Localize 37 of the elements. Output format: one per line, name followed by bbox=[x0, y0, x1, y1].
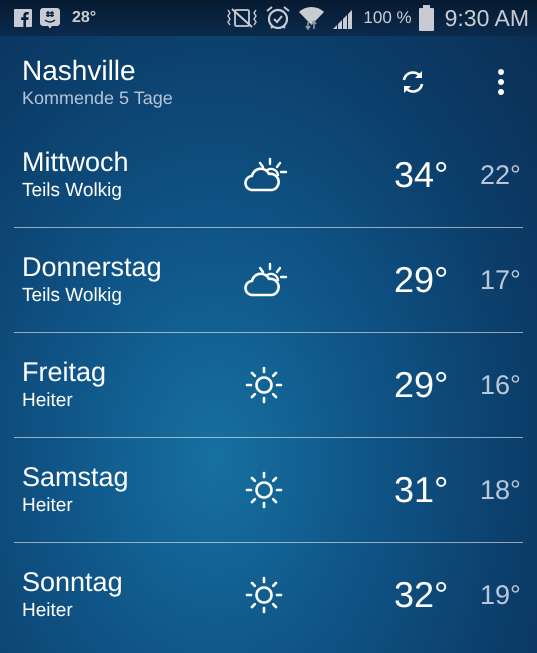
battery-percent-text: 100 % bbox=[363, 8, 412, 28]
partly-cloudy-icon bbox=[244, 261, 290, 299]
day-name: Sonntag bbox=[22, 566, 124, 598]
day-name: Donnerstag bbox=[22, 251, 163, 283]
day-name: Mittwoch bbox=[22, 146, 130, 178]
forecast-subtitle: Kommende 5 Tage bbox=[22, 88, 174, 109]
sun-icon bbox=[244, 365, 284, 405]
low-temperature: 18° bbox=[480, 474, 521, 506]
chat-icon bbox=[39, 7, 61, 29]
wifi-icon bbox=[298, 5, 326, 31]
low-temperature: 17° bbox=[480, 264, 521, 296]
weather-condition: Heiter bbox=[22, 389, 74, 413]
high-temperature: 34° bbox=[394, 154, 450, 196]
weather-condition: Heiter bbox=[22, 599, 74, 623]
day-name: Freitag bbox=[22, 356, 108, 388]
city-title: Nashville bbox=[22, 54, 137, 88]
weather-condition: Teils Wolkig bbox=[22, 179, 123, 203]
low-temperature: 16° bbox=[480, 370, 521, 400]
high-temperature: 31° bbox=[394, 469, 450, 511]
clock-text: 9:30 AM bbox=[444, 4, 529, 32]
battery-icon bbox=[418, 5, 434, 31]
high-temperature: 29° bbox=[394, 364, 450, 406]
high-temperature: 29° bbox=[394, 259, 450, 301]
weather-condition: Heiter bbox=[22, 494, 74, 518]
vibrate-mute-icon bbox=[226, 7, 258, 29]
sun-icon bbox=[244, 470, 284, 510]
temperature-text: 28° bbox=[72, 9, 96, 27]
low-temperature: 22° bbox=[480, 160, 521, 190]
sun-icon bbox=[244, 575, 284, 615]
weather-condition: Teils Wolkig bbox=[22, 284, 123, 308]
partly-cloudy-icon bbox=[244, 156, 290, 194]
high-temperature: 32° bbox=[394, 574, 450, 616]
low-temperature: 19° bbox=[480, 580, 521, 610]
overflow-menu-icon[interactable] bbox=[497, 68, 505, 94]
alarm-icon bbox=[265, 5, 292, 31]
day-name: Samstag bbox=[22, 461, 130, 493]
facebook-icon bbox=[14, 9, 32, 27]
